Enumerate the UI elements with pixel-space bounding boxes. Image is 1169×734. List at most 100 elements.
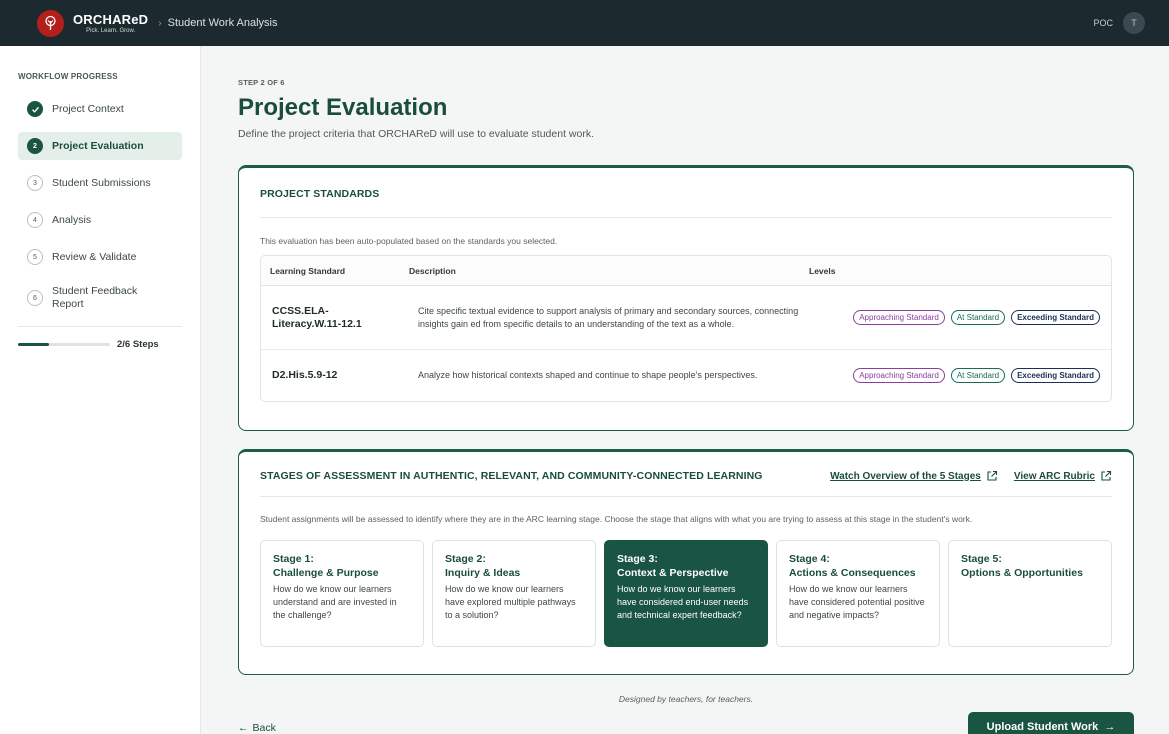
- step-number: 2: [27, 138, 43, 154]
- orchared-logo-icon[interactable]: [37, 9, 64, 37]
- sidebar-item-label: Project Evaluation: [52, 139, 144, 152]
- stage-question: How do we know our learners have conside…: [617, 584, 749, 620]
- stage-question: How do we know our learners have explore…: [445, 584, 576, 620]
- level-approaching-pill[interactable]: Approaching Standard: [853, 310, 945, 325]
- card-divider: [260, 496, 1112, 497]
- arrow-left-icon: ←: [238, 722, 249, 734]
- sidebar-item-label: Project Context: [52, 102, 124, 115]
- top-bar: ORCHAReD Pick. Learn. Grow. › Student Wo…: [0, 0, 1169, 46]
- watch-overview-label: Watch Overview of the 5 Stages: [830, 470, 981, 482]
- level-exceeding-pill[interactable]: Exceeding Standard: [1011, 310, 1100, 325]
- stage-number: Stage 4:: [789, 553, 830, 565]
- stage-options: Stage 1: Challenge & Purpose How do we k…: [260, 540, 1112, 647]
- level-exceeding-pill[interactable]: Exceeding Standard: [1011, 368, 1100, 383]
- sidebar-item-project-context[interactable]: Project Context: [18, 95, 182, 123]
- page-subtitle: Define the project criteria that ORCHARe…: [238, 128, 594, 140]
- back-button[interactable]: ← Back: [238, 722, 276, 734]
- table-row: CCSS.ELA-Literacy.W.11-12.1 Cite specifi…: [261, 286, 1111, 350]
- sidebar-divider: [18, 326, 182, 327]
- column-header-description: Description: [409, 265, 456, 276]
- level-at-pill[interactable]: At Standard: [950, 368, 1006, 383]
- standard-code: CCSS.ELA-Literacy.W.11-12.1: [272, 304, 362, 330]
- level-pills: Approaching Standard At Standard Exceedi…: [809, 310, 1111, 325]
- user-area: POC T: [1093, 12, 1145, 34]
- level-pills: Approaching Standard At Standard Exceedi…: [809, 368, 1111, 383]
- sidebar-item-analysis[interactable]: 4 Analysis: [18, 206, 182, 234]
- upload-label: Upload Student Work: [986, 721, 1099, 733]
- stage-number: Stage 1:: [273, 553, 314, 565]
- sidebar-item-student-submissions[interactable]: 3 Student Submissions: [18, 169, 182, 197]
- stage-card-5[interactable]: Stage 5: Options & Opportunities: [948, 540, 1112, 647]
- main-content: STEP 2 OF 6 Project Evaluation Define th…: [238, 46, 1134, 734]
- sidebar-item-label: Analysis: [52, 213, 92, 226]
- arc-links: Watch Overview of the 5 Stages View ARC …: [830, 470, 1112, 482]
- stage-name: Actions & Consequences: [789, 567, 916, 579]
- logo-text: ORCHAReD Pick. Learn. Grow.: [73, 13, 148, 34]
- standard-description: Analyze how historical contexts shaped a…: [418, 370, 758, 380]
- external-link-icon: [987, 470, 997, 481]
- standard-description: Cite specific textual evidence to suppor…: [418, 305, 799, 329]
- sidebar-item-student-feedback-report[interactable]: 6 Student Feedback Report: [18, 280, 182, 316]
- column-header-levels: Levels: [809, 265, 836, 276]
- progress-bar: [18, 343, 110, 346]
- sidebar-item-review-validate[interactable]: 5 Review & Validate: [18, 243, 182, 271]
- sidebar-item-project-evaluation[interactable]: 2 Project Evaluation: [18, 132, 182, 160]
- external-link-icon: [1101, 470, 1112, 481]
- arc-title: STAGES OF ASSESSMENT IN AUTHENTIC, RELEV…: [260, 470, 763, 482]
- progress-fill: [18, 343, 49, 346]
- arrow-right-icon: →: [1104, 721, 1116, 733]
- avatar[interactable]: T: [1123, 12, 1145, 34]
- stage-number: Stage 5:: [961, 553, 1002, 565]
- card-divider: [260, 217, 1112, 218]
- level-at-pill[interactable]: At Standard: [950, 310, 1006, 325]
- stage-question: How do we know our learners understand a…: [273, 584, 397, 620]
- standards-table: Learning Standard Description Levels CCS…: [260, 255, 1112, 402]
- sidebar-item-label: Review & Validate: [52, 250, 137, 263]
- stage-name: Options & Opportunities: [961, 567, 1083, 579]
- stage-card-4[interactable]: Stage 4: Actions & Consequences How do w…: [776, 540, 940, 647]
- step-number: 6: [27, 290, 43, 306]
- breadcrumb[interactable]: Student Work Analysis: [168, 17, 278, 29]
- standard-code: D2.His.5.9-12: [272, 369, 338, 381]
- stage-name: Context & Perspective: [617, 567, 729, 579]
- stage-name: Inquiry & Ideas: [445, 567, 521, 579]
- workflow-sidebar: WORKFLOW PROGRESS Project Context 2 Proj…: [0, 46, 201, 734]
- sidebar-heading: WORKFLOW PROGRESS: [18, 72, 118, 81]
- sidebar-item-label: Student Submissions: [52, 176, 151, 189]
- progress-text: 2/6 Steps: [117, 339, 159, 350]
- upload-student-work-button[interactable]: Upload Student Work →: [968, 712, 1134, 734]
- sidebar-item-label: Student Feedback Report: [52, 285, 138, 310]
- view-arc-rubric-link[interactable]: View ARC Rubric: [1014, 470, 1112, 482]
- step-label: STEP 2 OF 6: [238, 78, 285, 87]
- table-header: Learning Standard Description Levels: [261, 256, 1111, 286]
- workflow-progress: 2/6 Steps: [18, 339, 182, 350]
- table-row: D2.His.5.9-12 Analyze how historical con…: [261, 350, 1111, 401]
- column-header-standard: Learning Standard: [270, 265, 346, 276]
- logo-tagline: Pick. Learn. Grow.: [86, 27, 136, 34]
- stage-number: Stage 3:: [617, 553, 658, 565]
- logo-name: ORCHAReD: [73, 11, 149, 27]
- stage-card-3-selected[interactable]: Stage 3: Context & Perspective How do we…: [604, 540, 768, 647]
- standards-note: This evaluation has been auto-populated …: [260, 236, 558, 246]
- arc-note: Student assignments will be assessed to …: [260, 514, 973, 524]
- level-approaching-pill[interactable]: Approaching Standard: [853, 368, 945, 383]
- check-icon: [27, 101, 43, 117]
- footer-tagline: Designed by teachers, for teachers.: [618, 694, 754, 704]
- step-number: 4: [27, 212, 43, 228]
- project-standards-card: PROJECT STANDARDS This evaluation has be…: [238, 165, 1134, 431]
- step-number: 5: [27, 249, 43, 265]
- stage-question: How do we know our learners have conside…: [789, 584, 925, 620]
- page-title: Project Evaluation: [238, 94, 448, 121]
- workflow-steps: Project Context 2 Project Evaluation 3 S…: [18, 95, 182, 316]
- standards-title: PROJECT STANDARDS: [260, 188, 380, 200]
- stage-number: Stage 2:: [445, 553, 486, 565]
- stage-card-2[interactable]: Stage 2: Inquiry & Ideas How do we know …: [432, 540, 596, 647]
- breadcrumb-chevron-icon: ›: [158, 17, 162, 29]
- view-arc-rubric-label: View ARC Rubric: [1013, 470, 1095, 482]
- user-role: POC: [1093, 18, 1113, 28]
- back-label: Back: [252, 722, 276, 734]
- stage-card-1[interactable]: Stage 1: Challenge & Purpose How do we k…: [260, 540, 424, 647]
- watch-overview-link[interactable]: Watch Overview of the 5 Stages: [830, 470, 998, 482]
- arc-header: STAGES OF ASSESSMENT IN AUTHENTIC, RELEV…: [260, 470, 1112, 482]
- arc-stages-card: STAGES OF ASSESSMENT IN AUTHENTIC, RELEV…: [238, 449, 1134, 675]
